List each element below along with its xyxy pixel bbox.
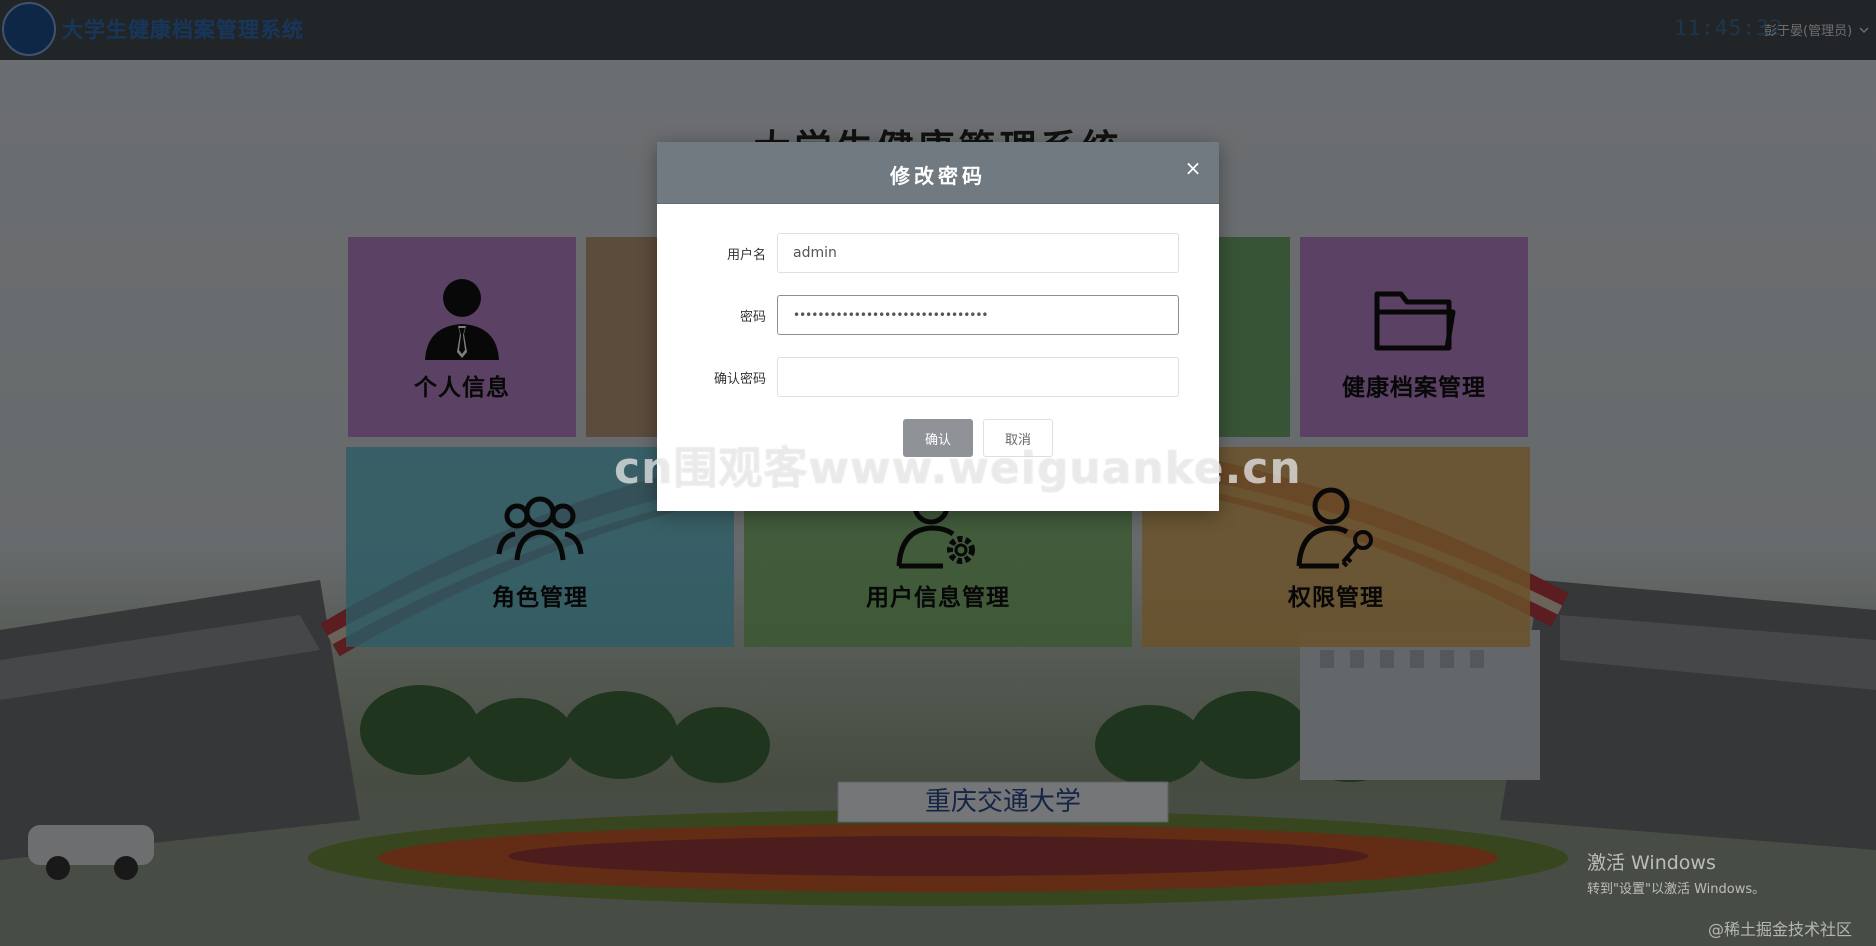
close-icon[interactable]: × <box>1181 156 1205 180</box>
community-watermark: @稀土掘金技术社区 <box>1708 920 1853 939</box>
username-label: 用户名 <box>726 248 766 263</box>
site-watermark: cn围观客www.weiguanke.cn <box>614 443 1302 494</box>
confirm-password-label: 确认密码 <box>713 372 766 387</box>
dialog-title: 修改密码 <box>890 164 986 188</box>
username-input[interactable] <box>777 233 1179 273</box>
activate-windows-hint: 转到"设置"以激活 Windows。 <box>1587 882 1766 897</box>
form-row-password: 密码 <box>657 295 1219 335</box>
form-row-username: 用户名 <box>657 233 1219 273</box>
password-input[interactable] <box>777 295 1179 335</box>
form-row-confirm-password: 确认密码 <box>657 357 1219 397</box>
dialog-header: 修改密码 × <box>657 142 1219 204</box>
confirm-password-input[interactable] <box>777 357 1179 397</box>
activate-windows-notice: 激活 Windows 转到"设置"以激活 Windows。 <box>1587 848 1765 897</box>
activate-windows-title: 激活 Windows <box>1587 852 1716 874</box>
password-label: 密码 <box>739 310 766 325</box>
